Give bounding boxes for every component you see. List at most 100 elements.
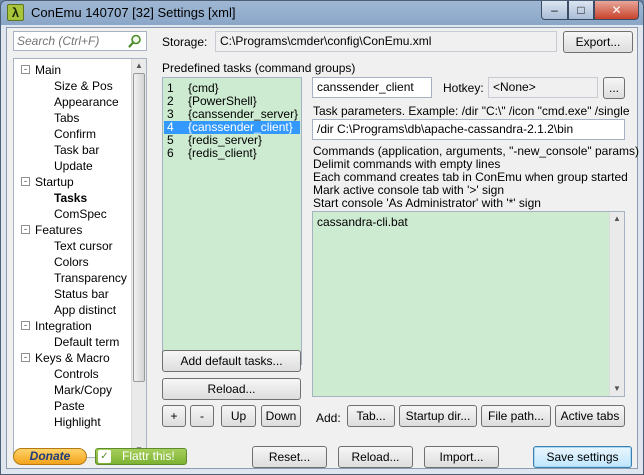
tree-item-update[interactable]: Update	[54, 158, 93, 174]
tree-item-label: Paste	[54, 399, 85, 413]
close-button[interactable]: ✕	[594, 1, 639, 20]
tree-item-keys-macro[interactable]: Keys & Macro	[35, 350, 110, 366]
tree-item-app-distinct[interactable]: App distinct	[54, 302, 116, 318]
predefined-tasks-label: Predefined tasks (command groups)	[162, 61, 356, 75]
tree-scrollbar[interactable]: ▲ ▼	[131, 59, 146, 457]
move-task-down-button[interactable]: Down	[261, 405, 301, 427]
tree-item-label: Appearance	[54, 95, 119, 109]
tree-item-tasks[interactable]: Tasks	[54, 190, 87, 206]
collapse-icon[interactable]: -	[21, 177, 30, 186]
add-label: Add:	[316, 411, 341, 425]
commands-desc-line: Mark active console tab with '>' sign	[313, 183, 505, 197]
reload-tasks-button[interactable]: Reload...	[162, 378, 301, 400]
tree-item-tabs[interactable]: Tabs	[54, 110, 79, 126]
tree-item-default-term[interactable]: Default term	[54, 334, 119, 350]
tree-item-label: Update	[54, 159, 93, 173]
tree-item-label: ComSpec	[54, 207, 107, 221]
add-task-button[interactable]: +	[162, 405, 186, 427]
tree-item-label: Text cursor	[54, 239, 113, 253]
hotkey-choose-button[interactable]: ...	[603, 77, 625, 99]
collapse-icon[interactable]: -	[21, 353, 30, 362]
collapse-icon[interactable]: -	[21, 321, 30, 330]
commands-desc-line: Each command creates tab in ConEmu when …	[313, 170, 628, 184]
scroll-down-arrow-icon[interactable]: ▼	[612, 384, 622, 394]
add-active-tabs-button[interactable]: Active tabs	[555, 405, 625, 427]
hotkey-field[interactable]: <None>	[488, 77, 598, 98]
tree-item-colors[interactable]: Colors	[54, 254, 89, 270]
settings-tree[interactable]: ▲ ▼ Main-Size & PosAppearanceTabsConfirm…	[13, 58, 147, 458]
tree-scroll-thumb[interactable]	[133, 73, 145, 382]
tree-item-label: Controls	[54, 367, 99, 381]
tree-item-label: Status bar	[54, 287, 109, 301]
tree-item-transparency[interactable]: Transparency	[54, 270, 127, 286]
flattr-button[interactable]: ✓ Flattr this!	[95, 448, 187, 465]
tree-item-main[interactable]: Main	[35, 62, 61, 78]
scroll-up-arrow-icon[interactable]: ▲	[134, 61, 144, 71]
save-settings-button[interactable]: Save settings	[533, 446, 632, 468]
maximize-button[interactable]: □	[568, 1, 594, 20]
add-tab-button[interactable]: Tab...	[347, 405, 395, 427]
commands-desc-line: Delimit commands with empty lines	[313, 157, 501, 171]
add-file-path-button[interactable]: File path...	[481, 405, 551, 427]
tree-item-task-bar[interactable]: Task bar	[54, 142, 99, 158]
tree-item-features[interactable]: Features	[35, 222, 82, 238]
settings-client-area: ▲ ▼ Main-Size & PosAppearanceTabsConfirm…	[6, 27, 639, 469]
task-parameters-field[interactable]: /dir C:\Programs\db\apache-cassandra-2.1…	[312, 119, 625, 140]
search-input[interactable]	[14, 32, 126, 50]
storage-label: Storage:	[162, 35, 208, 49]
storage-path-field[interactable]: C:\Programs\cmder\config\ConEmu.xml	[215, 31, 557, 52]
commands-textarea[interactable]: cassandra-cli.bat ▲ ▼	[312, 211, 625, 397]
export-button[interactable]: Export...	[563, 31, 633, 53]
commands-scrollbar[interactable]: ▲ ▼	[609, 212, 624, 396]
tree-item-label: Default term	[54, 335, 120, 349]
tree-item-mark-copy[interactable]: Mark/Copy	[54, 382, 112, 398]
tree-item-confirm[interactable]: Confirm	[54, 126, 96, 142]
commands-desc-line: Commands (application, arguments, "-new_…	[313, 144, 639, 158]
scroll-up-arrow-icon[interactable]: ▲	[612, 214, 622, 224]
conemu-lambda-icon[interactable]: λ	[7, 4, 24, 21]
tree-item-controls[interactable]: Controls	[54, 366, 99, 382]
reset-button[interactable]: Reset...	[252, 446, 327, 468]
tree-item-label: Features	[35, 223, 83, 237]
tree-item-label: Mark/Copy	[54, 383, 113, 397]
tree-item-label: Task bar	[54, 143, 100, 157]
tree-item-status-bar[interactable]: Status bar	[54, 286, 109, 302]
add-default-tasks-button[interactable]: Add default tasks...	[162, 350, 301, 372]
commands-desc-line: Start console 'As Administrator' with '*…	[313, 196, 541, 210]
task-list[interactable]: 1 {cmd} 2 {PowerShell} 3 {canssender_server} 4…	[162, 77, 302, 365]
tree-item-label: Tabs	[54, 111, 80, 125]
tree-item-text-cursor[interactable]: Text cursor	[54, 238, 113, 254]
window-controls: ‒ □ ✕	[541, 1, 639, 20]
import-button[interactable]: Import...	[424, 446, 499, 468]
flattr-icon: ✓	[98, 450, 111, 463]
collapse-icon[interactable]: -	[21, 225, 30, 234]
tree-item-label: App distinct	[54, 303, 117, 317]
search-icon[interactable]	[127, 33, 143, 49]
task-name: {redis_client}	[188, 146, 257, 160]
search-box[interactable]	[13, 31, 147, 51]
remove-task-button[interactable]: -	[190, 405, 214, 427]
settings-window: λ ConEmu 140707 [32] Settings [xml] ‒ □ …	[0, 0, 644, 475]
tree-item-comspec[interactable]: ComSpec	[54, 206, 107, 222]
tree-item-size-pos[interactable]: Size & Pos	[54, 78, 113, 94]
flattr-label: Flattr this!	[122, 449, 175, 463]
tree-item-label: Transparency	[54, 271, 127, 285]
tree-item-integration[interactable]: Integration	[35, 318, 92, 334]
task-number: 6	[167, 146, 174, 160]
tree-item-label: Keys & Macro	[35, 351, 110, 365]
task-name-field[interactable]: canssender_client	[312, 77, 432, 98]
tree-item-startup[interactable]: Startup	[35, 174, 74, 190]
move-task-up-button[interactable]: Up	[221, 405, 256, 427]
tree-item-appearance[interactable]: Appearance	[54, 94, 119, 110]
tree-item-label: Colors	[54, 255, 89, 269]
tree-item-paste[interactable]: Paste	[54, 398, 85, 414]
task-list-item[interactable]: 6 {redis_client}	[164, 147, 300, 160]
commands-text: cassandra-cli.bat	[317, 215, 408, 229]
collapse-icon[interactable]: -	[21, 65, 30, 74]
title-bar[interactable]: λ ConEmu 140707 [32] Settings [xml] ‒ □ …	[1, 1, 643, 25]
add-startup-dir-button[interactable]: Startup dir...	[399, 405, 477, 427]
reload-settings-button[interactable]: Reload...	[338, 446, 413, 468]
tree-item-highlight[interactable]: Highlight	[54, 414, 101, 430]
donate-button[interactable]: Donate	[13, 448, 87, 465]
minimize-button[interactable]: ‒	[541, 1, 568, 20]
